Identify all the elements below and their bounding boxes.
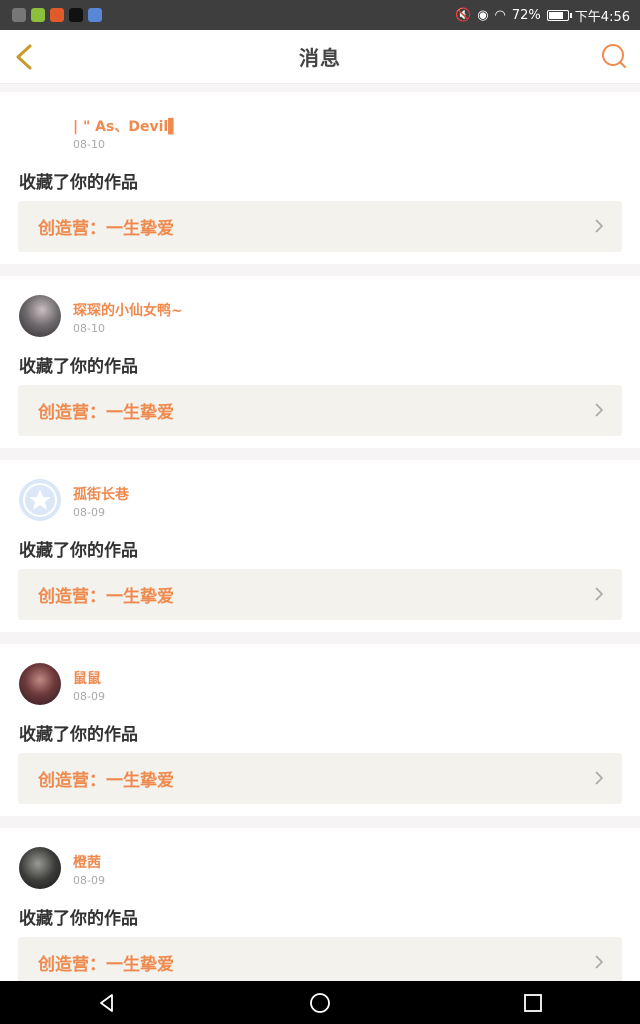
page-title: 消息: [299, 46, 341, 70]
work-title: 创造营：一生挚爱: [38, 587, 174, 607]
username[interactable]: 橙茜: [73, 852, 101, 872]
app-header: 消息: [0, 30, 640, 84]
notification-item: 孤街长巷 08-09 收藏了你的作品 创造营：一生挚爱: [0, 460, 640, 632]
default-avatar-icon: [23, 483, 57, 517]
action-text: 收藏了你的作品: [19, 357, 138, 377]
notification-list: | " As、Devil▌ 08-10 收藏了你的作品 创造营：一生挚爱 琛琛的…: [0, 92, 640, 1012]
back-button[interactable]: [12, 42, 40, 72]
avatar[interactable]: [19, 295, 61, 337]
chevron-right-icon: [595, 955, 604, 969]
work-title: 创造营：一生挚爱: [38, 955, 174, 975]
avatar[interactable]: [19, 111, 61, 153]
square-recents-icon: [524, 993, 543, 1012]
recents-nav-button[interactable]: [513, 983, 553, 1023]
date: 08-10: [73, 322, 105, 335]
notification-item: | " As、Devil▌ 08-10 收藏了你的作品 创造营：一生挚爱: [0, 92, 640, 264]
work-title: 创造营：一生挚爱: [38, 771, 174, 791]
app-notification-icon: [31, 8, 45, 22]
date: 08-09: [73, 874, 105, 887]
status-bar: 🔇 ◉ ◠ 72% 下午4:56: [0, 0, 640, 30]
username[interactable]: 鼠鼠: [73, 668, 101, 688]
app-notification-icon: [88, 8, 102, 22]
work-title: 创造营：一生挚爱: [38, 403, 174, 423]
battery-icon: [546, 9, 572, 21]
work-link[interactable]: 创造营：一生挚爱: [18, 569, 622, 620]
username[interactable]: 琛琛的小仙女鸭~: [73, 300, 183, 320]
date: 08-10: [73, 138, 105, 151]
username[interactable]: | " As、Devil▌: [73, 116, 179, 136]
avatar[interactable]: [19, 663, 61, 705]
action-text: 收藏了你的作品: [19, 909, 138, 929]
chevron-right-icon: [595, 219, 604, 233]
action-text: 收藏了你的作品: [19, 173, 138, 193]
circle-home-icon: [310, 992, 330, 1013]
back-nav-button[interactable]: [87, 983, 127, 1023]
system-navigation-bar: [0, 981, 640, 1024]
notification-item: 琛琛的小仙女鸭~ 08-10 收藏了你的作品 创造营：一生挚爱: [0, 276, 640, 448]
home-nav-button[interactable]: [300, 983, 340, 1023]
date: 08-09: [73, 506, 105, 519]
work-link[interactable]: 创造营：一生挚爱: [18, 201, 622, 252]
clock: 下午4:56: [574, 9, 630, 25]
chevron-right-icon: [595, 587, 604, 601]
tiktok-icon: [69, 8, 83, 22]
username[interactable]: 孤街长巷: [73, 484, 129, 504]
notification-icons: [12, 8, 102, 22]
date: 08-09: [73, 690, 105, 703]
work-title: 创造营：一生挚爱: [38, 219, 174, 239]
action-text: 收藏了你的作品: [19, 725, 138, 745]
app-notification-icon: [12, 8, 26, 22]
mute-icon: 🔇: [455, 7, 472, 23]
eye-icon: ◉: [477, 7, 489, 23]
avatar[interactable]: [19, 847, 61, 889]
action-text: 收藏了你的作品: [19, 541, 138, 561]
search-icon: [602, 44, 626, 68]
chevron-right-icon: [595, 771, 604, 785]
avatar[interactable]: [19, 479, 61, 521]
work-link[interactable]: 创造营：一生挚爱: [18, 753, 622, 804]
notification-item: 橙茜 08-09 收藏了你的作品 创造营：一生挚爱: [0, 828, 640, 1000]
back-arrow-icon: [16, 44, 32, 70]
battery-text: 72%: [511, 7, 541, 23]
app-notification-icon: [50, 8, 64, 22]
triangle-back-icon: [99, 993, 113, 1012]
work-link[interactable]: 创造营：一生挚爱: [18, 385, 622, 436]
search-button[interactable]: [600, 42, 628, 70]
chevron-right-icon: [595, 403, 604, 417]
wifi-icon: ◠: [494, 7, 506, 23]
notification-item: 鼠鼠 08-09 收藏了你的作品 创造营：一生挚爱: [0, 644, 640, 816]
